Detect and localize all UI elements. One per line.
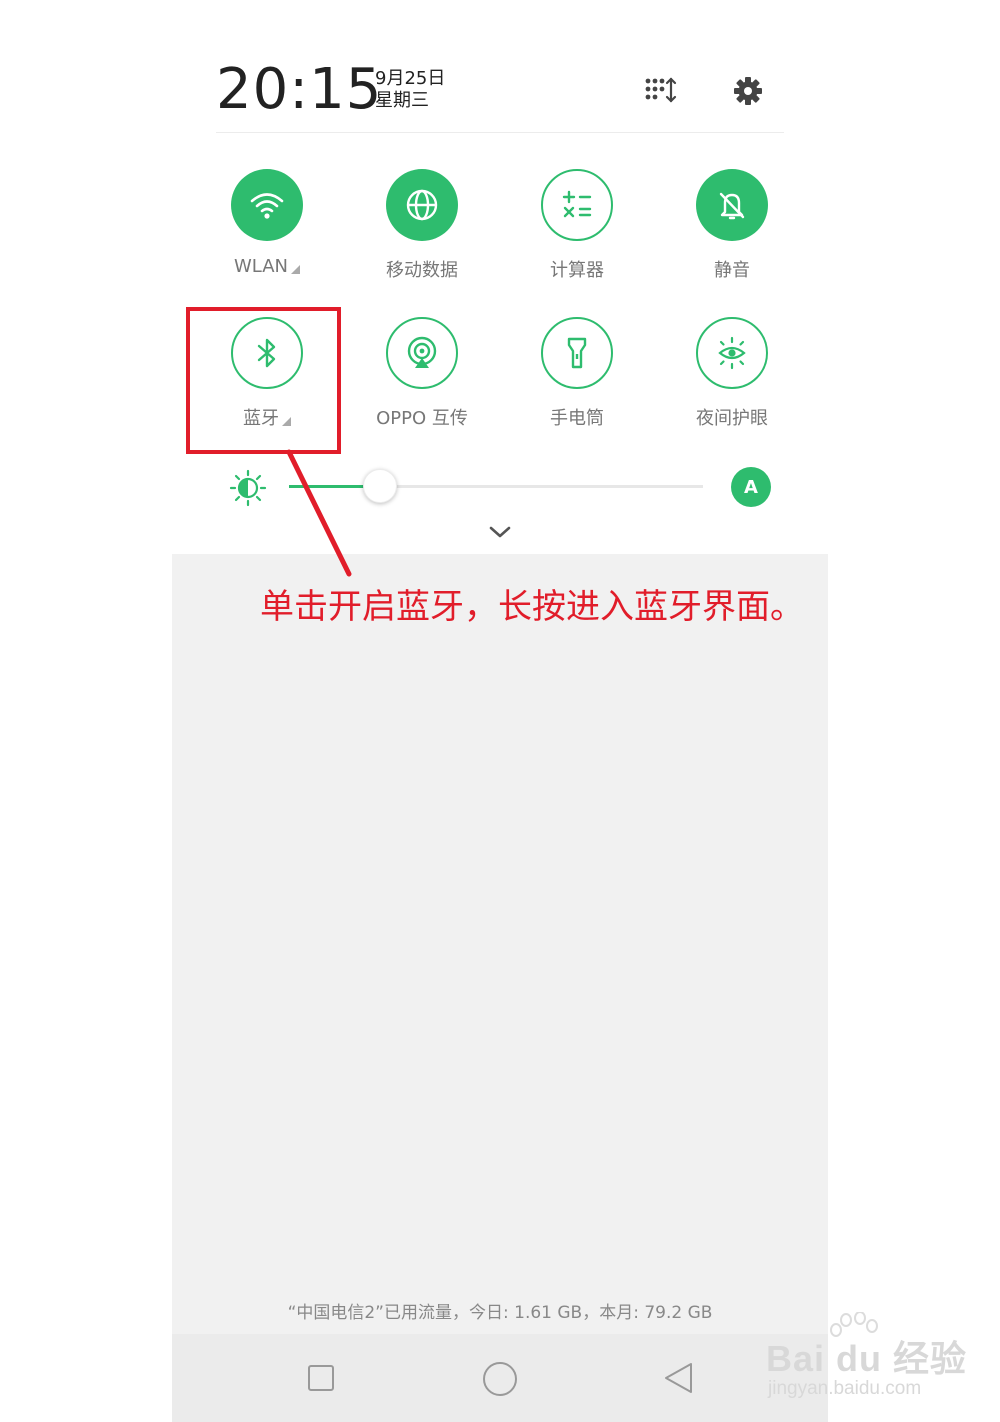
watermark-sub-text: jingyan.baidu.com	[768, 1378, 922, 1399]
globe-icon[interactable]	[386, 169, 458, 241]
tile-mobile-data[interactable]: 移动数据	[342, 169, 502, 282]
recent-apps-button[interactable]	[307, 1364, 335, 1392]
wifi-icon[interactable]	[231, 169, 303, 241]
weekday-text: 星期三	[375, 90, 429, 111]
tile-label-night-eye-care: 夜间护眼	[696, 408, 768, 429]
share-icon[interactable]	[386, 317, 458, 389]
tile-label-oppo-share: OPPO 互传	[376, 408, 468, 429]
tile-label-mobile-data: 移动数据	[386, 260, 458, 281]
tile-silent[interactable]: 静音	[652, 169, 812, 282]
header-divider	[216, 132, 784, 133]
brightness-slider-thumb[interactable]	[363, 469, 398, 503]
back-button[interactable]	[662, 1361, 694, 1395]
home-button[interactable]	[482, 1361, 518, 1397]
annotation-text: 单击开启蓝牙，长按进入蓝牙界面。	[260, 587, 804, 627]
gear-icon[interactable]	[732, 75, 764, 107]
tile-calculator[interactable]: 计算器	[497, 169, 657, 282]
brightness-icon	[229, 469, 267, 507]
flashlight-icon[interactable]	[541, 317, 613, 389]
bluetooth-highlight-box	[186, 307, 341, 454]
chevron-down-icon[interactable]	[488, 522, 512, 542]
notification-area	[172, 554, 828, 1422]
bell-mute-icon[interactable]	[696, 169, 768, 241]
calculator-icon[interactable]	[541, 169, 613, 241]
tile-label-flashlight: 手电筒	[550, 408, 604, 429]
grid-sort-icon[interactable]	[642, 75, 678, 107]
tile-flashlight[interactable]: 手电筒	[497, 317, 657, 430]
watermark-main-text: Bai du 经验	[766, 1338, 968, 1379]
auto-brightness-button[interactable]: A	[731, 467, 771, 507]
tile-label-calculator: 计算器	[550, 260, 604, 281]
tile-oppo-share[interactable]: OPPO 互传	[342, 317, 502, 430]
annotation-arrow	[280, 448, 360, 580]
eye-care-icon[interactable]	[696, 317, 768, 389]
status-date: 9月25日 星期三	[375, 68, 445, 112]
status-clock: 20:15	[216, 57, 383, 122]
tile-label-wlan: WLAN	[233, 256, 289, 277]
tile-wlan[interactable]: WLAN	[187, 169, 347, 277]
tile-night-eye-care[interactable]: 夜间护眼	[652, 317, 812, 430]
more-indicator-icon	[291, 265, 301, 274]
data-usage-text: “中国电信2”已用流量，今日: 1.61 GB，本月: 79.2 GB	[287, 1303, 713, 1323]
date-text: 9月25日	[375, 68, 446, 89]
tile-label-silent: 静音	[714, 260, 750, 281]
